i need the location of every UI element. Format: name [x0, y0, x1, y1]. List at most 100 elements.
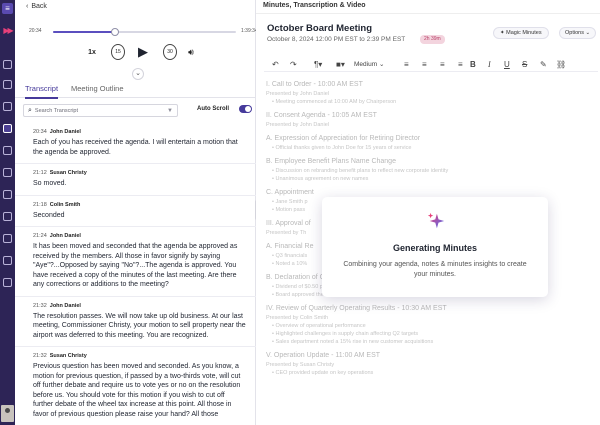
home-icon[interactable] — [3, 60, 12, 69]
transcript-entry[interactable]: 21:12 Susan Christy So moved. — [15, 167, 256, 192]
minutes-presenter: Presented by Colin Smith — [266, 315, 329, 321]
tab-transcript[interactable]: Transcript — [25, 84, 59, 99]
minutes-item: Highlighted challenges in supply chain a… — [266, 330, 586, 338]
filter-icon[interactable]: ▼ — [167, 108, 173, 114]
chat-icon[interactable] — [3, 212, 12, 221]
link-icon[interactable]: ⛓ — [556, 59, 566, 70]
minutes-presenter: Presented by Susan Christy — [266, 362, 335, 368]
minutes-section: V. Operation Update - 11:00 AM EST Presen… — [266, 351, 586, 377]
entry-text: So moved. — [33, 180, 67, 187]
minutes-heading: A. Expression of Appreciation for Retiri… — [266, 135, 421, 142]
justify-icon[interactable]: ≡ — [458, 59, 463, 70]
transcript-panel: ‹ Back 20:34 1:39:34 1x 15 ▶ 30 🔊︎ ⌄ Tra… — [15, 0, 258, 425]
minutes-section: IV. Review of Quarterly Operating Result… — [266, 304, 586, 346]
sparkle-icon — [427, 212, 445, 229]
calendar-icon[interactable] — [3, 80, 12, 89]
seek-handle[interactable] — [111, 28, 120, 36]
paragraph-icon[interactable]: ¶▾ — [314, 59, 322, 70]
search-icon: ⌕ — [28, 106, 32, 114]
speed-button[interactable]: 1x — [85, 44, 99, 60]
minutes-item: Discussion on rebranding benefit plans t… — [266, 167, 586, 175]
text-style-value: Medium — [354, 61, 378, 68]
align-right-icon[interactable]: ≡ — [440, 59, 445, 70]
entry-speaker: John Daniel — [49, 129, 81, 135]
sync-icon[interactable] — [3, 234, 12, 243]
search-box[interactable]: ⌕ ▼ — [23, 104, 178, 117]
media-player: 20:34 1:39:34 1x 15 ▶ 30 🔊︎ ⌄ — [15, 20, 258, 80]
autoscroll-toggle[interactable] — [239, 105, 252, 113]
transcript-list: 20:34 John Daniel Each of you has receive… — [15, 126, 256, 425]
underline-icon[interactable]: U — [504, 59, 510, 70]
volume-icon[interactable]: 🔊︎ — [185, 44, 197, 60]
notifications-icon[interactable] — [3, 146, 12, 155]
entry-speaker: Susan Christy — [49, 353, 87, 359]
meetings-icon[interactable] — [3, 124, 12, 133]
info-icon[interactable] — [3, 278, 12, 287]
transcript-entry[interactable]: 21:32 John Daniel The resolution passes. … — [15, 300, 256, 344]
rewind-icon[interactable]: 15 — [111, 44, 125, 60]
entry-text: Seconded — [33, 211, 65, 219]
forward-icon[interactable]: 30 — [163, 44, 177, 60]
editor-toolbar: ↶ ↷ ¶▾ ■▾ Medium ⌄ ≡ ≡ ≡ ≡ B I U S ✎ ⛓ — [264, 58, 598, 72]
minutes-heading: I. Call to Order - 10:00 AM EST — [266, 81, 363, 88]
brand-logo-icon: ▶▶ — [3, 26, 13, 35]
folder-icon[interactable] — [3, 168, 12, 177]
transcript-entry[interactable]: 21:24 John Daniel It has been moved and s… — [15, 230, 256, 293]
text-style-select[interactable]: Medium ⌄ — [354, 59, 384, 70]
search-row: ⌕ ▼ Auto Scroll — [15, 104, 256, 119]
app-rail: ≡ ▶▶ — [0, 0, 15, 425]
minutes-presenter: Presented by John Daniel — [266, 122, 329, 128]
collapse-player-button[interactable]: ⌄ — [132, 68, 144, 80]
page-title: October Board Meeting — [267, 23, 373, 34]
minutes-section: B. Employee Benefit Plans Name Change Dis… — [266, 157, 586, 183]
minutes-item: Meeting commenced at 10:00 AM by Chairpe… — [266, 98, 586, 106]
minutes-heading: V. Operation Update - 11:00 AM EST — [266, 352, 381, 359]
redo-icon[interactable]: ↷ — [290, 59, 297, 70]
avatar[interactable] — [1, 405, 14, 422]
transcript-entry[interactable]: 21:32 Susan Christy Previous question has… — [15, 350, 256, 422]
documents-icon[interactable] — [3, 102, 12, 111]
entry-time: 21:24 — [33, 233, 47, 239]
window-titlebar: Minutes, Transcription & Video — [256, 0, 600, 14]
strikethrough-icon[interactable]: S — [522, 59, 527, 70]
transcript-entry[interactable]: 20:34 John Daniel Each of you has receive… — [15, 126, 256, 160]
current-time: 20:34 — [29, 28, 42, 34]
menu-icon[interactable]: ≡ — [2, 3, 13, 14]
people-icon[interactable] — [3, 190, 12, 199]
options-button[interactable]: Options ⌄ — [559, 27, 597, 39]
minutes-section: I. Call to Order - 10:00 AM EST Presented… — [266, 80, 586, 106]
entry-text: Previous question has been moved and sec… — [33, 363, 241, 418]
minutes-item: Sales department noted a 15% rise in new… — [266, 338, 586, 346]
dialog-subtitle: Combining your agenda, notes & minutes i… — [343, 261, 527, 278]
chevron-down-icon: ⌄ — [378, 61, 385, 68]
text-color-icon[interactable]: ■▾ — [336, 59, 345, 70]
playback-controls: 1x 15 ▶ 30 🔊︎ — [85, 44, 205, 62]
undo-icon[interactable]: ↶ — [272, 59, 279, 70]
play-icon[interactable]: ▶ — [135, 44, 151, 60]
settings-icon[interactable] — [3, 256, 12, 265]
entry-speaker: John Daniel — [49, 302, 81, 309]
minutes-item: Official thanks given to John Doe for 15… — [266, 144, 586, 152]
back-button[interactable]: ‹ Back — [26, 3, 47, 10]
search-input[interactable] — [34, 107, 155, 114]
minutes-item: Overview of operational performance — [266, 322, 586, 330]
highlight-icon[interactable]: ✎ — [540, 59, 547, 70]
seek-bar[interactable] — [53, 28, 236, 36]
italic-icon[interactable]: I — [488, 59, 491, 70]
meeting-datetime: October 8, 2024 12:00 PM EST to 2:39 PM … — [267, 36, 406, 43]
minutes-item: Unanimous agreement on new names — [266, 175, 586, 183]
minutes-presenter: Presented by John Daniel — [266, 91, 329, 97]
entry-time: 21:12 — [33, 170, 47, 176]
window-title: Minutes, Transcription & Video — [263, 2, 366, 9]
minutes-heading: B. Employee Benefit Plans Name Change — [266, 158, 396, 165]
entry-text: It has been moved and seconded that the … — [33, 243, 238, 288]
tab-meeting-outline[interactable]: Meeting Outline — [71, 84, 124, 97]
entry-time: 20:34 — [33, 129, 47, 135]
align-center-icon[interactable]: ≡ — [422, 59, 427, 70]
entry-time: 21:18 — [33, 201, 47, 208]
bold-icon[interactable]: B — [470, 59, 476, 70]
align-left-icon[interactable]: ≡ — [404, 59, 409, 70]
magic-minutes-button[interactable]: ✦ Magic Minutes — [493, 27, 549, 39]
generating-minutes-dialog: Generating Minutes Combining your agenda… — [322, 197, 548, 297]
transcript-entry[interactable]: 21:18 Colin Smith Seconded — [15, 199, 256, 224]
